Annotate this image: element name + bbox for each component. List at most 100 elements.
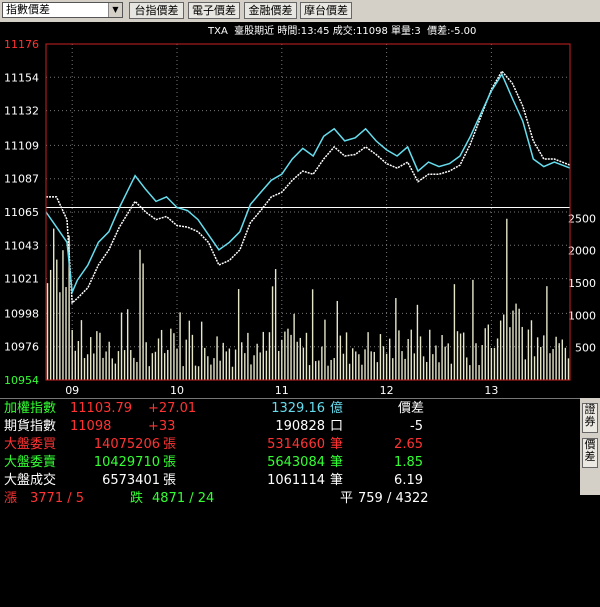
- volume-bar: [373, 351, 375, 380]
- volume-bar: [167, 349, 169, 380]
- volume-bar: [86, 354, 89, 380]
- volume-bar: [142, 263, 144, 380]
- tab-taiex-spread[interactable]: 台指價差: [129, 2, 184, 19]
- volume-bar: [318, 360, 320, 380]
- volume-bar: [281, 339, 283, 380]
- volume-bar: [262, 331, 265, 380]
- volume-bar: [558, 343, 560, 380]
- volume-bar: [105, 351, 107, 380]
- tab-electronics-spread[interactable]: 電子價差: [188, 2, 240, 19]
- volume-bar: [222, 342, 224, 380]
- volume-bar: [564, 347, 567, 380]
- volume-bar: [96, 331, 98, 380]
- y-tick-label: 10998: [4, 307, 39, 320]
- volume-bar: [154, 351, 157, 380]
- volume-bar: [493, 347, 496, 380]
- volume-bar: [416, 304, 419, 380]
- volume-bar: [395, 298, 397, 380]
- tab-securities[interactable]: 證券: [582, 403, 598, 433]
- volume-bar: [284, 331, 286, 380]
- volume-bar: [213, 358, 215, 380]
- volume-bar: [290, 334, 292, 380]
- volume-bar: [111, 358, 113, 380]
- chart-grid: [46, 44, 570, 380]
- x-tick-label: 11: [275, 384, 289, 397]
- volume-bar: [274, 269, 277, 380]
- volume-bar: [481, 345, 483, 380]
- volume-bar: [247, 332, 249, 380]
- volume-tick-label: 1500: [568, 277, 596, 290]
- volume-tick-label: 1000: [568, 309, 596, 322]
- index-line: [45, 72, 571, 296]
- volume-bar: [432, 354, 434, 380]
- volume-bar: [173, 333, 175, 380]
- volume-bar: [102, 357, 104, 380]
- volume-bar: [540, 346, 542, 380]
- volume-bar: [521, 326, 523, 380]
- volume-bar: [123, 350, 126, 380]
- volume-bar: [133, 357, 135, 380]
- volume-bar: [459, 333, 462, 380]
- volume-bar: [484, 328, 486, 380]
- volume-bar: [130, 350, 132, 380]
- volume-bar: [364, 349, 366, 380]
- index-selector[interactable]: 指數價差 ▼: [2, 2, 123, 18]
- volume-axis-labels: 2500 2000 1500 1000 500: [568, 212, 596, 354]
- volume-bar: [305, 332, 308, 380]
- chevron-down-icon[interactable]: ▼: [108, 3, 122, 17]
- volume-bar: [163, 353, 166, 380]
- volume-bar: [225, 351, 228, 380]
- volume-bar: [404, 358, 406, 380]
- volume-bar: [487, 324, 490, 380]
- volume-bar: [120, 312, 123, 380]
- volume-bar: [253, 355, 255, 380]
- volume-bar: [59, 292, 61, 380]
- volume-bar: [49, 269, 52, 380]
- volume-bar: [65, 287, 67, 380]
- volume-bar: [293, 313, 295, 380]
- volume-bar: [191, 334, 194, 380]
- volume-bar: [278, 350, 280, 380]
- volume-bar: [182, 366, 184, 380]
- y-tick-label: 11021: [4, 273, 39, 286]
- volume-bar: [200, 321, 203, 380]
- volume-bar: [296, 341, 298, 380]
- volume-bar: [385, 353, 388, 380]
- volume-bar: [524, 359, 527, 380]
- volume-bar: [422, 356, 425, 380]
- volume-bar: [136, 361, 138, 380]
- volume-bar: [117, 351, 120, 380]
- quote-info-text: TXA 臺股期近 時間:13:45 成交:11098 單量:3 價差:-5.00: [208, 26, 477, 37]
- x-tick-label: 10: [170, 384, 184, 397]
- volume-bar: [46, 283, 49, 380]
- volume-bar: [515, 303, 517, 380]
- volume-bar: [176, 348, 178, 380]
- volume-bar: [509, 327, 511, 380]
- tab-msci-spread[interactable]: 摩台價差: [300, 2, 352, 19]
- volume-bar: [503, 314, 505, 380]
- volume-bar: [333, 358, 335, 380]
- volume-bar: [379, 334, 382, 380]
- volume-bar: [311, 289, 314, 380]
- tab-finance-spread[interactable]: 金融價差: [244, 2, 297, 19]
- volume-bar: [456, 331, 459, 380]
- volume-bars: [46, 218, 570, 380]
- volume-bar: [151, 353, 154, 380]
- volume-bar: [321, 346, 323, 380]
- x-tick-label: 09: [65, 384, 79, 397]
- volume-bar: [567, 358, 570, 380]
- tab-spread[interactable]: 價差: [582, 438, 598, 468]
- volume-bar: [401, 351, 403, 380]
- volume-bar: [407, 338, 409, 380]
- volume-bar: [392, 358, 394, 380]
- volume-bar: [126, 309, 129, 380]
- volume-bar: [228, 348, 231, 380]
- volume-bar: [466, 357, 468, 380]
- volume-tick-label: 500: [575, 342, 596, 355]
- volume-bar: [330, 359, 332, 380]
- summary-row-futures: 期貨指數 11098 +33 190828 口 -5: [4, 419, 423, 434]
- y-axis-labels: 11176 11154 11132 11109 11087 11065 11043 11021…: [4, 38, 39, 387]
- y-tick-label: 11043: [4, 239, 39, 252]
- index-selector-value: 指數價差: [6, 3, 50, 16]
- volume-bar: [237, 289, 240, 380]
